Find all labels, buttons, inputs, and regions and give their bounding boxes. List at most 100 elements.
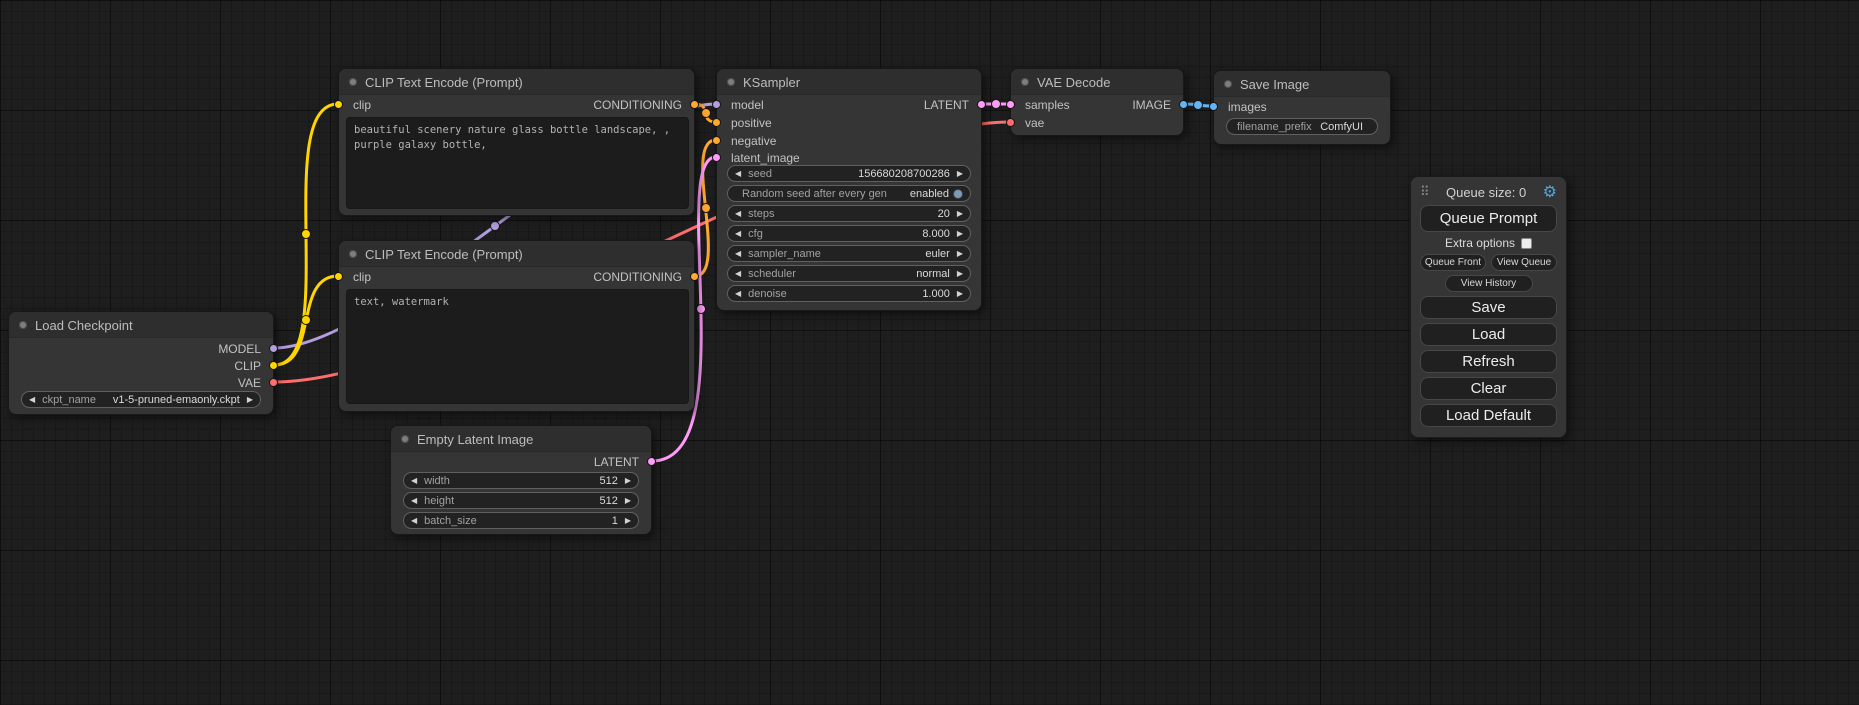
view-history-button[interactable]: View History <box>1445 275 1533 292</box>
queue-prompt-button[interactable]: Queue Prompt <box>1420 205 1557 232</box>
clear-button[interactable]: Clear <box>1420 377 1557 400</box>
input-slot-model-dot[interactable] <box>712 100 721 109</box>
widget-filename-prefix[interactable]: filename_prefix ComfyUI <box>1226 118 1378 135</box>
input-slot-negative-label: negative <box>731 134 776 148</box>
widget-value: 512 <box>454 495 618 507</box>
widget-label: cfg <box>748 228 763 240</box>
output-slot-image-dot[interactable] <box>1179 100 1188 109</box>
increment-arrow-icon[interactable] <box>957 230 963 238</box>
widget-value: euler <box>821 248 950 260</box>
load-default-button[interactable]: Load Default <box>1420 404 1557 427</box>
node-vae-decode[interactable]: VAE Decode samples IMAGE vae <box>1010 68 1184 136</box>
increment-arrow-icon[interactable] <box>957 270 963 278</box>
input-slot-vae-dot[interactable] <box>1006 118 1015 127</box>
decrement-arrow-icon[interactable] <box>735 270 741 278</box>
input-slot-latent-image-label: latent_image <box>731 151 800 165</box>
widget-width[interactable]: width 512 <box>403 472 639 489</box>
input-slot-samples-dot[interactable] <box>1006 100 1015 109</box>
input-slot-images-dot[interactable] <box>1209 102 1218 111</box>
widget-batch-size[interactable]: batch_size 1 <box>403 512 639 529</box>
node-title-bar[interactable]: Load Checkpoint <box>9 312 273 338</box>
output-slot-latent-dot[interactable] <box>977 100 986 109</box>
widget-denoise[interactable]: denoise 1.000 <box>727 285 971 302</box>
decrement-arrow-icon[interactable] <box>735 290 741 298</box>
decrement-arrow-icon[interactable] <box>411 517 417 525</box>
widget-height[interactable]: height 512 <box>403 492 639 509</box>
input-slot-clip-label: clip <box>353 270 371 284</box>
widget-value: enabled <box>887 188 949 200</box>
decrement-arrow-icon[interactable] <box>735 250 741 258</box>
decrement-arrow-icon[interactable] <box>411 477 417 485</box>
node-title-bar[interactable]: Empty Latent Image <box>391 426 651 452</box>
node-clip-text-encode-positive[interactable]: CLIP Text Encode (Prompt) clip CONDITION… <box>338 68 695 216</box>
input-slot-negative-dot[interactable] <box>712 136 721 145</box>
load-button[interactable]: Load <box>1420 323 1557 346</box>
widget-cfg[interactable]: cfg 8.000 <box>727 225 971 242</box>
queue-front-button[interactable]: Queue Front <box>1420 254 1486 271</box>
widget-value: 1 <box>477 515 618 527</box>
node-status-dot-icon <box>727 78 735 86</box>
increment-arrow-icon[interactable] <box>957 210 963 218</box>
view-queue-button[interactable]: View Queue <box>1491 254 1557 271</box>
widget-random-seed-toggle[interactable]: Random seed after every gen enabled <box>727 185 971 202</box>
widget-steps[interactable]: steps 20 <box>727 205 971 222</box>
graph-canvas[interactable]: Load Checkpoint MODEL CLIP VAE ckpt_name… <box>0 0 1859 705</box>
widget-value: ComfyUI <box>1312 121 1363 133</box>
decrement-arrow-icon[interactable] <box>735 230 741 238</box>
increment-arrow-icon[interactable] <box>247 396 253 404</box>
increment-arrow-icon[interactable] <box>957 250 963 258</box>
refresh-button[interactable]: Refresh <box>1420 350 1557 373</box>
decrement-arrow-icon[interactable] <box>735 170 741 178</box>
node-title-bar[interactable]: KSampler <box>717 69 981 95</box>
node-clip-text-encode-negative[interactable]: CLIP Text Encode (Prompt) clip CONDITION… <box>338 240 695 412</box>
input-slot-clip-dot[interactable] <box>334 272 343 281</box>
queue-menu-panel[interactable]: Queue size: 0 Queue Prompt Extra options… <box>1410 176 1567 438</box>
increment-arrow-icon[interactable] <box>957 290 963 298</box>
decrement-arrow-icon[interactable] <box>411 497 417 505</box>
output-slot-model-dot[interactable] <box>269 344 278 353</box>
node-save-image[interactable]: Save Image images filename_prefix ComfyU… <box>1213 70 1391 145</box>
drag-handle-icon[interactable] <box>1420 183 1430 201</box>
increment-arrow-icon[interactable] <box>625 497 631 505</box>
node-title-bar[interactable]: VAE Decode <box>1011 69 1183 95</box>
output-slot-latent-label: LATENT <box>924 98 969 112</box>
output-slot-model-label: MODEL <box>218 342 261 356</box>
increment-arrow-icon[interactable] <box>625 477 631 485</box>
node-load-checkpoint[interactable]: Load Checkpoint MODEL CLIP VAE ckpt_name… <box>8 311 274 415</box>
output-slot-conditioning-dot[interactable] <box>690 272 699 281</box>
positive-prompt-textarea[interactable]: beautiful scenery nature glass bottle la… <box>346 117 689 209</box>
output-slot-vae-label: VAE <box>238 376 261 390</box>
decrement-arrow-icon[interactable] <box>735 210 741 218</box>
output-slot-image-label: IMAGE <box>1132 98 1171 112</box>
output-slot-latent-dot[interactable] <box>647 457 656 466</box>
output-slot-conditioning-dot[interactable] <box>690 100 699 109</box>
node-empty-latent-image[interactable]: Empty Latent Image LATENT width 512 heig… <box>390 425 652 535</box>
node-title-bar[interactable]: Save Image <box>1214 71 1390 97</box>
widget-label: sampler_name <box>748 248 821 260</box>
widget-sampler-name[interactable]: sampler_name euler <box>727 245 971 262</box>
settings-gear-icon[interactable] <box>1543 182 1557 202</box>
increment-arrow-icon[interactable] <box>957 170 963 178</box>
node-status-dot-icon <box>1224 80 1232 88</box>
save-button[interactable]: Save <box>1420 296 1557 319</box>
extra-options-checkbox[interactable] <box>1521 238 1532 249</box>
input-slot-model-label: model <box>731 98 764 112</box>
node-title-bar[interactable]: CLIP Text Encode (Prompt) <box>339 241 694 267</box>
negative-prompt-textarea[interactable]: text, watermark <box>346 289 689 404</box>
input-slot-images-label: images <box>1228 100 1267 114</box>
input-slot-latent-image-dot[interactable] <box>712 153 721 162</box>
node-ksampler[interactable]: KSampler model positive negative latent_… <box>716 68 982 311</box>
widget-value: 1.000 <box>787 288 950 300</box>
widget-scheduler[interactable]: scheduler normal <box>727 265 971 282</box>
output-slot-clip-dot[interactable] <box>269 361 278 370</box>
input-slot-clip-dot[interactable] <box>334 100 343 109</box>
widget-seed[interactable]: seed 156680208700286 <box>727 165 971 182</box>
output-slot-vae-dot[interactable] <box>269 378 278 387</box>
widget-label: width <box>424 475 450 487</box>
node-title-bar[interactable]: CLIP Text Encode (Prompt) <box>339 69 694 95</box>
decrement-arrow-icon[interactable] <box>29 396 35 404</box>
node-title: Save Image <box>1240 77 1309 92</box>
increment-arrow-icon[interactable] <box>625 517 631 525</box>
input-slot-positive-dot[interactable] <box>712 118 721 127</box>
widget-ckpt-name[interactable]: ckpt_name v1-5-pruned-emaonly.ckpt <box>21 391 261 408</box>
